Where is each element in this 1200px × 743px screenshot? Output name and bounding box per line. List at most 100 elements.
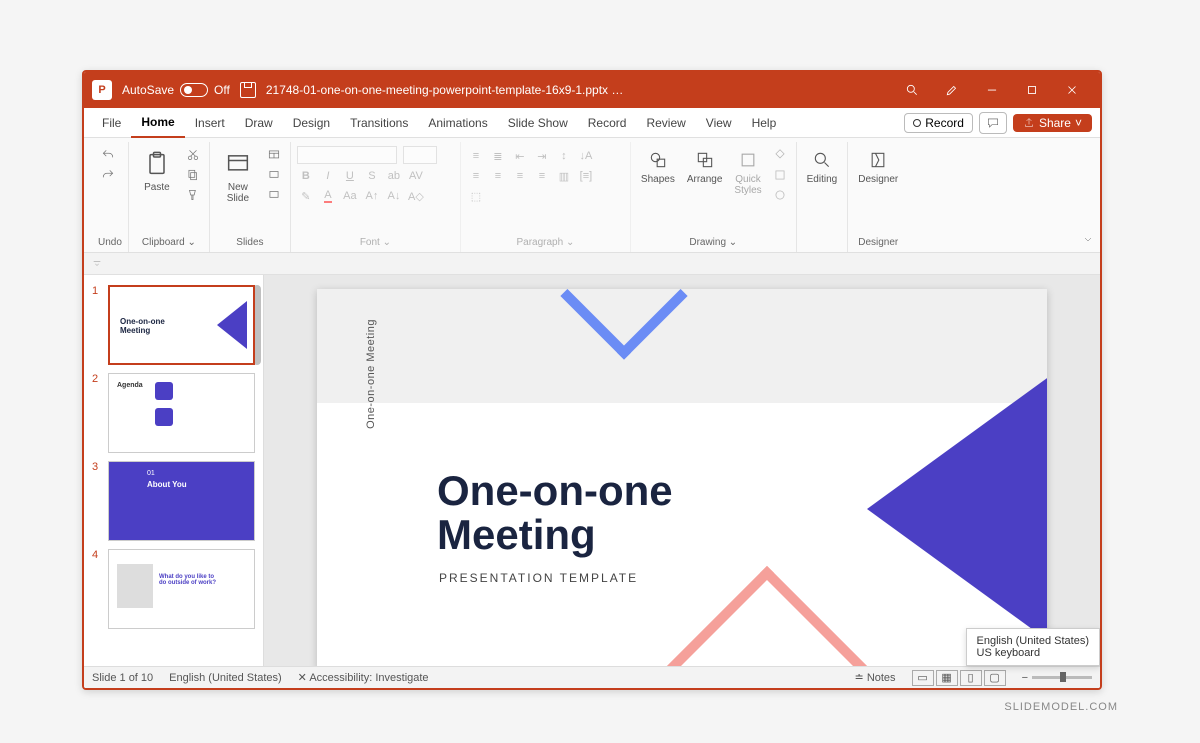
zoom-control[interactable]: − <box>1022 672 1092 684</box>
new-slide-button[interactable]: New Slide <box>216 146 260 206</box>
zoom-slider[interactable] <box>1032 676 1092 679</box>
tab-record[interactable]: Record <box>578 108 637 138</box>
bullets-button[interactable]: ≡ <box>467 148 485 164</box>
zoom-out-button[interactable]: − <box>1022 672 1028 684</box>
ribbon: Undo Paste Clipboard ⌄ New Slide <box>84 138 1100 253</box>
line-spacing-button[interactable]: ↕ <box>555 148 573 164</box>
slide-subtitle[interactable]: PRESENTATION TEMPLATE <box>439 571 638 585</box>
tab-view[interactable]: View <box>696 108 742 138</box>
content-area: 1 One-on-oneMeeting 2 Agenda 3 01About Y… <box>84 275 1100 666</box>
record-button[interactable]: Record <box>904 113 973 133</box>
share-button[interactable]: Share˅ <box>1013 114 1092 132</box>
numbering-button[interactable]: ≣ <box>489 148 507 164</box>
thumbnail-4[interactable]: 4 What do you like to do outside of work… <box>84 545 263 633</box>
strike-button[interactable]: S <box>363 168 381 184</box>
align-text-button[interactable]: [≡] <box>577 168 595 184</box>
reset-button[interactable] <box>264 166 284 184</box>
normal-view-button[interactable]: ▭ <box>912 670 934 686</box>
thumbnail-3[interactable]: 3 01About You <box>84 457 263 545</box>
layout-button[interactable] <box>264 146 284 164</box>
underline-button[interactable]: U <box>341 168 359 184</box>
editing-button[interactable]: Editing <box>803 146 842 187</box>
columns-button[interactable]: ▥ <box>555 168 573 184</box>
indent-dec-button[interactable]: ⇤ <box>511 148 529 164</box>
shrink-font-button[interactable]: A↓ <box>385 188 403 204</box>
tab-home[interactable]: Home <box>131 108 184 138</box>
accessibility-indicator[interactable]: ✕ Accessibility: Investigate <box>298 671 429 684</box>
search-icon[interactable] <box>892 72 932 108</box>
text-direction-button[interactable]: ↓A <box>577 148 595 164</box>
statusbar: Slide 1 of 10 English (United States) ✕ … <box>84 666 1100 688</box>
slide-indicator[interactable]: Slide 1 of 10 <box>92 672 153 684</box>
bold-button[interactable]: B <box>297 168 315 184</box>
designer-button[interactable]: Designer <box>854 146 902 187</box>
sorter-view-button[interactable]: ▦ <box>936 670 958 686</box>
thumbnail-1[interactable]: 1 One-on-oneMeeting <box>84 281 263 369</box>
justify-button[interactable]: ≡ <box>533 168 551 184</box>
format-painter-button[interactable] <box>183 186 203 204</box>
slide-title[interactable]: One-on-oneMeeting <box>437 469 673 557</box>
undo-button[interactable] <box>98 146 118 164</box>
tab-draw[interactable]: Draw <box>235 108 283 138</box>
slideshow-view-button[interactable]: ▢ <box>984 670 1006 686</box>
font-color-button[interactable]: A <box>319 188 337 204</box>
shape-fill-button[interactable] <box>770 146 790 164</box>
arrange-button[interactable]: Arrange <box>683 146 727 187</box>
powerpoint-window: P AutoSave Off 21748-01-one-on-one-meeti… <box>82 70 1102 690</box>
save-icon[interactable] <box>240 82 256 98</box>
tab-file[interactable]: File <box>92 108 131 138</box>
pen-icon[interactable] <box>932 72 972 108</box>
indent-inc-button[interactable]: ⇥ <box>533 148 551 164</box>
align-left-button[interactable]: ≡ <box>467 168 485 184</box>
align-right-button[interactable]: ≡ <box>511 168 529 184</box>
autosave-toggle[interactable]: AutoSave Off <box>122 83 230 97</box>
notes-button[interactable]: ≐ Notes <box>855 671 896 684</box>
font-size-select[interactable] <box>403 146 437 164</box>
grow-font-button[interactable]: A↑ <box>363 188 381 204</box>
highlight-button[interactable]: ✎ <box>297 188 315 204</box>
tab-design[interactable]: Design <box>283 108 340 138</box>
smartart-button[interactable]: ⬚ <box>467 188 485 204</box>
copy-button[interactable] <box>183 166 203 184</box>
shape-outline-button[interactable] <box>770 166 790 184</box>
autosave-state: Off <box>214 83 230 97</box>
tab-animations[interactable]: Animations <box>418 108 497 138</box>
thumbnail-2[interactable]: 2 Agenda <box>84 369 263 457</box>
paste-button[interactable]: Paste <box>135 146 179 195</box>
current-slide[interactable]: One-on-one Meeting One-on-oneMeeting PRE… <box>317 289 1047 666</box>
clear-format-button[interactable]: A◇ <box>407 188 425 204</box>
group-font: B I U S ab AV ✎ A Aa A↑ A↓ A◇ Font ⌄ <box>291 142 461 252</box>
close-button[interactable] <box>1052 72 1092 108</box>
redo-button[interactable] <box>98 166 118 184</box>
tab-transitions[interactable]: Transitions <box>340 108 418 138</box>
italic-button[interactable]: I <box>319 168 337 184</box>
charspace-button[interactable]: AV <box>407 168 425 184</box>
shapes-button[interactable]: Shapes <box>637 146 679 187</box>
shape-effects-button[interactable] <box>770 186 790 204</box>
quick-access-row <box>84 253 1100 275</box>
cut-button[interactable] <box>183 146 203 164</box>
filename[interactable]: 21748-01-one-on-one-meeting-powerpoint-t… <box>266 83 626 97</box>
slide-thumbnails[interactable]: 1 One-on-oneMeeting 2 Agenda 3 01About Y… <box>84 275 264 666</box>
minimize-button[interactable] <box>972 72 1012 108</box>
tab-review[interactable]: Review <box>636 108 695 138</box>
change-case-button[interactable]: Aa <box>341 188 359 204</box>
collapse-ribbon-button[interactable] <box>1082 233 1094 248</box>
language-indicator[interactable]: English (United States) <box>169 672 282 684</box>
slide-editor[interactable]: One-on-one Meeting One-on-oneMeeting PRE… <box>264 275 1100 666</box>
toggle-icon <box>180 83 208 97</box>
quick-styles-button[interactable]: Quick Styles <box>730 146 765 198</box>
section-button[interactable] <box>264 186 284 204</box>
tab-slideshow[interactable]: Slide Show <box>498 108 578 138</box>
tab-insert[interactable]: Insert <box>185 108 235 138</box>
comments-button[interactable] <box>979 112 1007 134</box>
tab-help[interactable]: Help <box>742 108 787 138</box>
shapes-icon <box>646 148 670 172</box>
qat-dropdown-icon[interactable] <box>92 255 102 273</box>
purple-triangle-shape <box>867 349 1047 666</box>
reading-view-button[interactable]: ▯ <box>960 670 982 686</box>
shadow-button[interactable]: ab <box>385 168 403 184</box>
maximize-button[interactable] <box>1012 72 1052 108</box>
align-center-button[interactable]: ≡ <box>489 168 507 184</box>
font-family-select[interactable] <box>297 146 397 164</box>
